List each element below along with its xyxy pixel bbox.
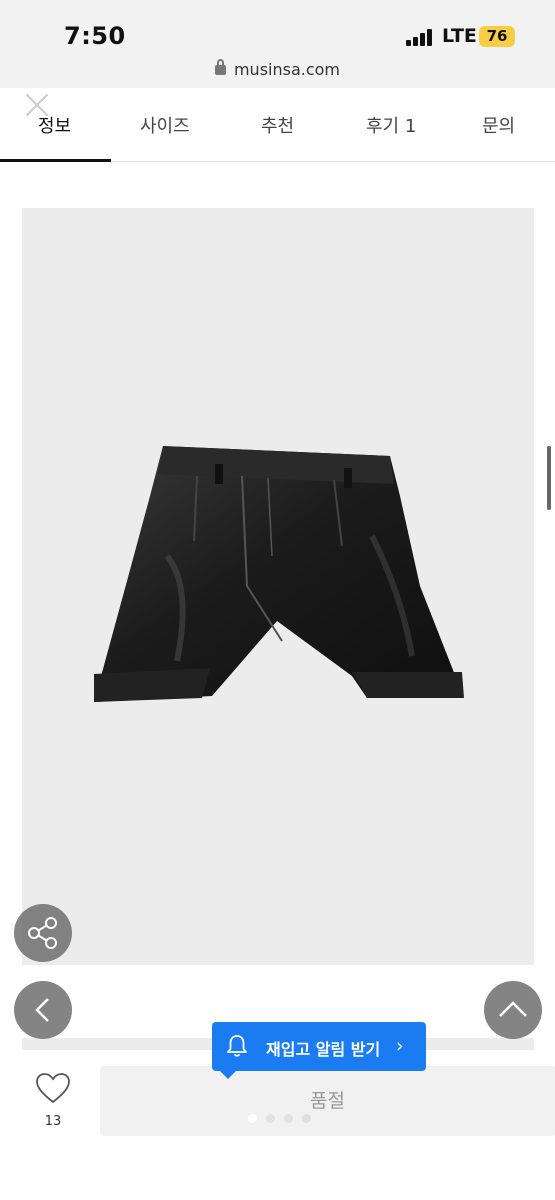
soldout-button[interactable]: 품절 <box>100 1066 555 1136</box>
network-label: LTE <box>442 25 477 47</box>
like-button[interactable]: 13 <box>30 1072 76 1129</box>
tooltip-tail <box>220 1071 236 1079</box>
chevron-up-icon <box>499 1001 527 1017</box>
share-icon <box>28 917 57 949</box>
scrollbar[interactable] <box>547 446 551 510</box>
chevron-right-icon: › <box>396 1035 404 1057</box>
pagination-dot[interactable] <box>266 1114 275 1123</box>
tab-bar: 정보 사이즈 추천 후기 1 문의 <box>0 88 555 162</box>
status-time: 7:50 <box>64 22 126 50</box>
restock-label: 재입고 알림 받기 <box>266 1040 381 1059</box>
share-button[interactable] <box>14 904 72 962</box>
like-count: 13 <box>44 1114 62 1129</box>
address-bar[interactable]: musinsa.com <box>0 59 555 79</box>
bell-icon <box>227 1035 247 1057</box>
active-tab-indicator <box>0 159 111 162</box>
back-button[interactable] <box>14 981 72 1039</box>
chevron-left-icon <box>35 998 49 1022</box>
tab-info[interactable]: 정보 <box>38 112 71 138</box>
pagination-dot[interactable] <box>284 1114 293 1123</box>
battery-icon: 76 <box>479 26 515 47</box>
tab-inquiry[interactable]: 문의 <box>482 112 515 138</box>
signal-icon <box>406 29 436 46</box>
url-text: musinsa.com <box>233 60 341 79</box>
tab-reviews[interactable]: 후기 1 <box>366 112 416 138</box>
purchase-bar: 13 품절 <box>0 1050 555 1200</box>
restock-alert-button[interactable]: 재입고 알림 받기 › <box>212 1022 426 1079</box>
leather-shorts-image <box>94 446 464 702</box>
tab-recommend[interactable]: 추천 <box>261 112 294 138</box>
scroll-top-button[interactable] <box>484 981 542 1039</box>
lock-icon <box>214 59 226 75</box>
status-bar: 7:50 LTE 76 musinsa.com <box>0 0 555 88</box>
tab-size[interactable]: 사이즈 <box>140 112 190 138</box>
pagination-dot[interactable] <box>302 1114 311 1123</box>
pagination-dot[interactable] <box>248 1114 257 1123</box>
product-image[interactable] <box>22 208 534 965</box>
heart-icon <box>36 1073 70 1104</box>
